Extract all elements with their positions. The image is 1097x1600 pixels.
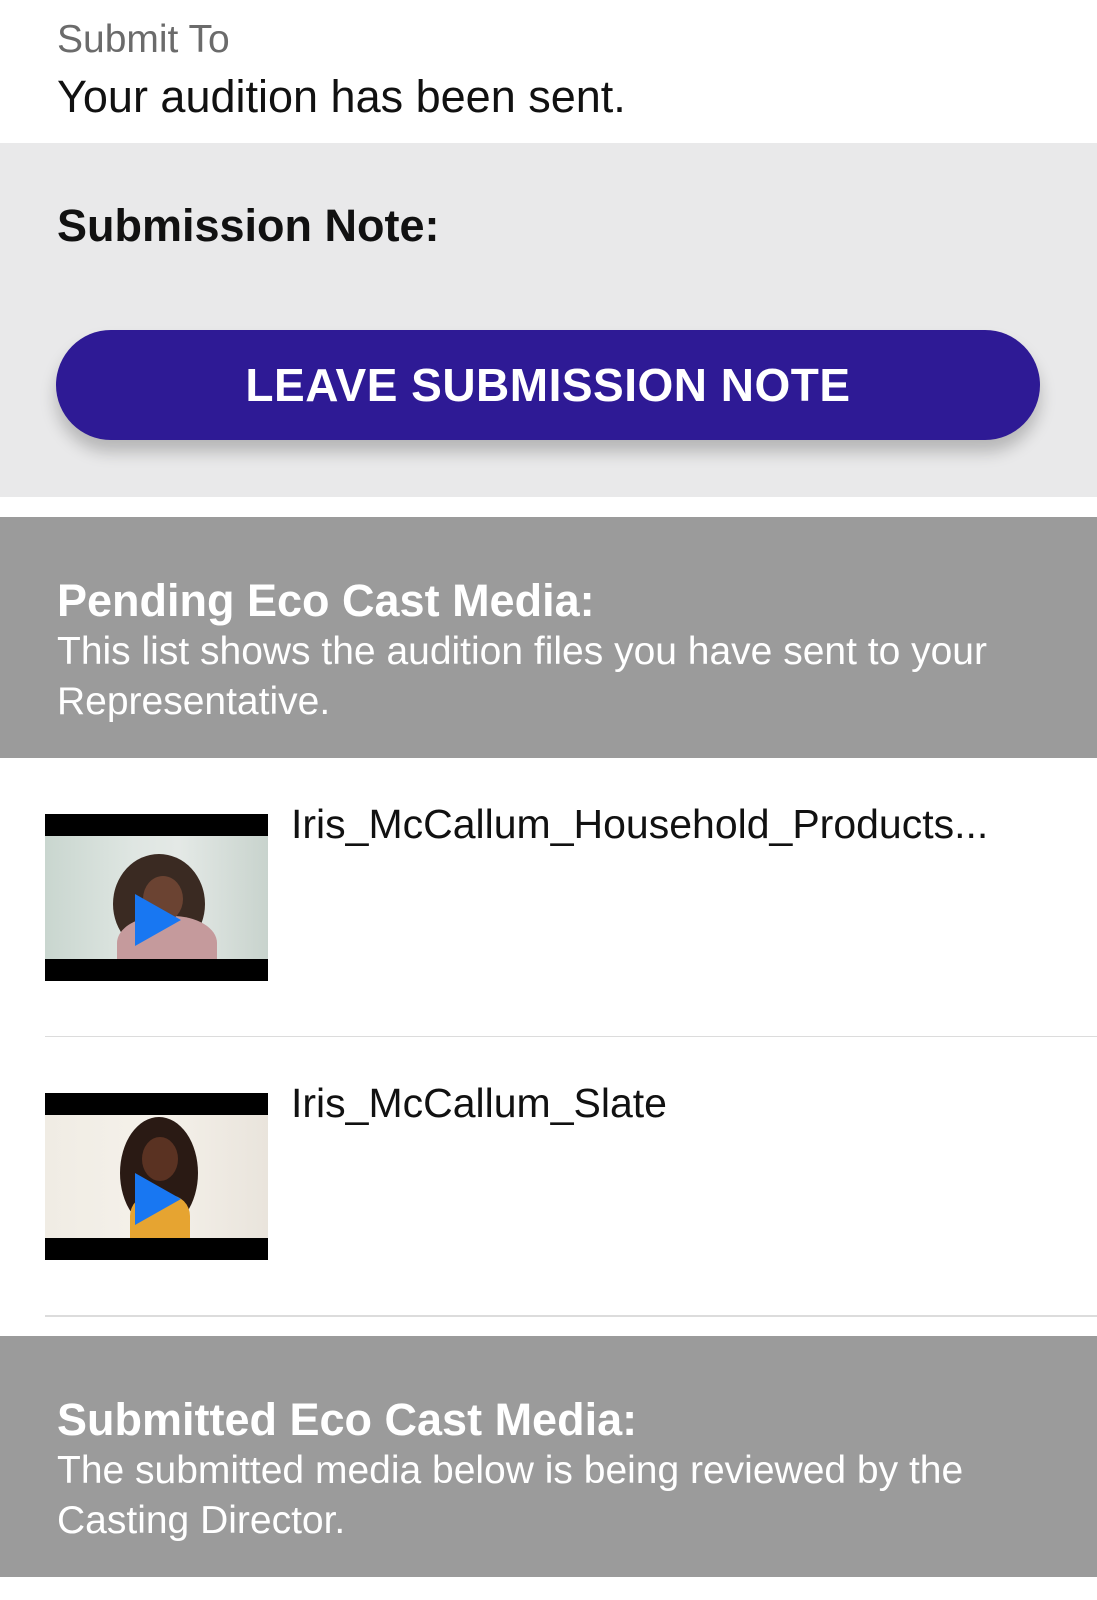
submission-status-text: Your audition has been sent. [57,71,626,122]
play-icon[interactable] [135,894,181,946]
media-list-item[interactable]: Iris_McCallum_Slate [0,1037,1097,1317]
submit-to-header: Submit To Your audition has been sent. [0,0,1097,143]
audition-submission-screen: Submit To Your audition has been sent. S… [0,0,1097,1600]
submit-to-label: Submit To [57,18,230,61]
submitted-media-header: Submitted Eco Cast Media: The submitted … [0,1336,1097,1577]
media-list-item[interactable]: Iris_McCallum_Household_Products... [0,758,1097,1038]
video-frame [45,1115,268,1238]
pending-media-header: Pending Eco Cast Media: This list shows … [0,517,1097,758]
submission-note-title: Submission Note: [57,200,440,251]
submitted-media-title: Submitted Eco Cast Media: [57,1394,638,1445]
leave-submission-note-button[interactable]: LEAVE SUBMISSION NOTE [56,330,1040,440]
media-file-name: Iris_McCallum_Household_Products... [291,801,989,847]
media-file-name: Iris_McCallum_Slate [291,1080,667,1126]
video-frame [45,836,268,959]
video-thumbnail[interactable] [45,814,268,981]
pending-media-title: Pending Eco Cast Media: [57,575,595,626]
leave-submission-note-label: LEAVE SUBMISSION NOTE [245,359,851,411]
row-divider [45,1315,1097,1317]
pending-media-description: This list shows the audition files you h… [57,630,987,723]
video-thumbnail[interactable] [45,1093,268,1260]
submission-note-section: Submission Note: LEAVE SUBMISSION NOTE [0,143,1097,497]
submitted-media-description: The submitted media below is being revie… [57,1449,964,1542]
play-icon[interactable] [135,1173,181,1225]
